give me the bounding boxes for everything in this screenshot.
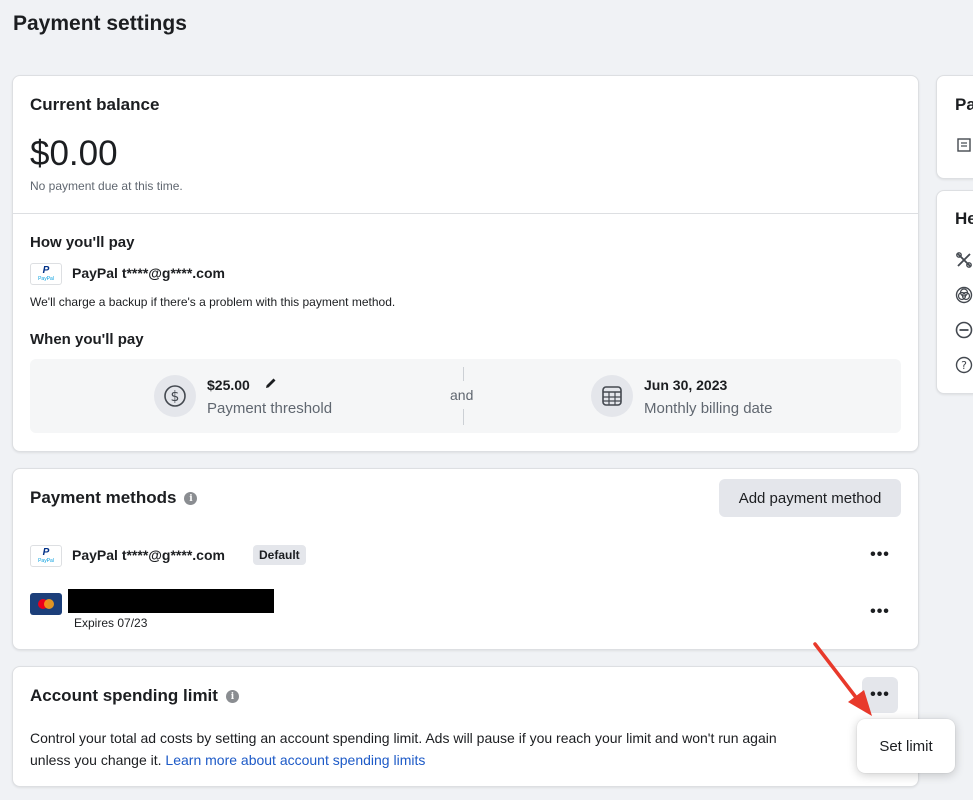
calendar-icon xyxy=(591,375,633,417)
circles-icon[interactable] xyxy=(955,286,973,304)
how-pay-note: We'll charge a backup if there's a probl… xyxy=(30,295,396,309)
pencil-icon[interactable] xyxy=(264,376,278,395)
info-icon[interactable]: i xyxy=(225,690,239,704)
receipt-icon[interactable] xyxy=(955,136,973,154)
how-pay-heading: How you'll pay xyxy=(30,234,135,251)
connector-text: and xyxy=(450,387,474,403)
description-line: unless you change it. Learn more about a… xyxy=(30,749,860,771)
more-icon[interactable]: ••• xyxy=(862,537,898,573)
paypal-icon: P PayPal xyxy=(30,545,62,567)
add-payment-method-button[interactable]: Add payment method xyxy=(719,479,901,517)
more-icon[interactable]: ••• xyxy=(862,594,898,630)
info-icon[interactable]: i xyxy=(184,492,198,506)
page-title: Payment settings xyxy=(13,12,187,35)
default-badge: Default xyxy=(253,545,306,565)
billing-date: Jun 30, 2023 xyxy=(644,377,728,393)
card-expiry: Expires 07/23 xyxy=(74,616,148,630)
learn-more-link[interactable]: Learn more about account spending limits xyxy=(165,752,425,768)
help-card: He ? xyxy=(936,190,973,394)
payment-methods-heading: Payment methods i xyxy=(30,488,198,508)
balance-amount: $0.00 xyxy=(30,134,118,173)
when-pay-heading: When you'll pay xyxy=(30,331,144,348)
dollar-icon: $ xyxy=(154,375,196,417)
svg-text:?: ? xyxy=(961,359,967,372)
help-card-title: He xyxy=(955,209,973,228)
payment-methods-title: Payment methods xyxy=(30,488,177,507)
spending-limit-title: Account spending limit xyxy=(30,686,218,705)
description-text: unless you change it. xyxy=(30,752,162,768)
svg-text:$: $ xyxy=(171,389,180,405)
current-balance-heading: Current balance xyxy=(30,95,160,114)
divider xyxy=(463,409,464,425)
question-icon[interactable]: ? xyxy=(955,356,973,374)
spending-limit-description: Control your total ad costs by setting a… xyxy=(30,727,860,771)
billing-info-box: $ $25.00 Payment threshold and Jun 30, 2… xyxy=(30,359,901,433)
billing-date-label: Monthly billing date xyxy=(644,400,773,417)
spending-limit-card: Account spending limit i ••• Control your… xyxy=(12,666,919,787)
balance-card: Current balance $0.00 No payment due at … xyxy=(12,75,919,452)
threshold-amount: $25.00 xyxy=(207,377,250,393)
side-card: Pa xyxy=(936,75,973,179)
arrow-annotation-icon xyxy=(813,642,872,716)
minus-circle-icon[interactable] xyxy=(955,321,973,339)
payment-method-label: PayPal t****@g****.com xyxy=(72,547,225,563)
set-limit-menu-item[interactable]: Set limit xyxy=(857,719,955,773)
balance-note: No payment due at this time. xyxy=(30,179,183,193)
side-card-title: Pa xyxy=(955,95,973,114)
spending-limit-heading: Account spending limit i xyxy=(30,686,239,706)
divider xyxy=(13,213,918,214)
payment-methods-card: Payment methods i Add payment method P Pay… xyxy=(12,468,919,650)
description-line: Control your total ad costs by setting a… xyxy=(30,730,777,746)
paypal-icon: P PayPal xyxy=(30,263,62,285)
divider xyxy=(463,367,464,381)
redacted-card-number xyxy=(68,589,274,613)
mastercard-icon xyxy=(30,593,62,615)
threshold-label: Payment threshold xyxy=(207,400,333,417)
how-pay-method: PayPal t****@g****.com xyxy=(72,265,225,281)
tools-icon[interactable] xyxy=(955,251,973,269)
